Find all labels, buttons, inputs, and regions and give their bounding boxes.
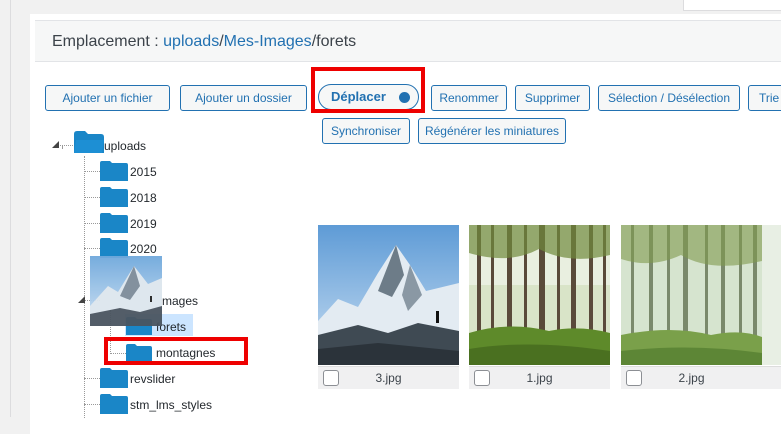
- location-bar: Emplacement : uploads/Mes-Images/forets: [35, 20, 781, 62]
- file-caption-row-partial: [762, 366, 781, 389]
- file-name: 1.jpg: [526, 371, 553, 385]
- file-name: 3.jpg: [375, 371, 402, 385]
- file-caption-row: 1.jpg: [469, 366, 610, 389]
- breadcrumb-uploads[interactable]: uploads: [163, 33, 219, 50]
- tree-line: [62, 146, 63, 148]
- folder-icon[interactable]: [100, 394, 128, 414]
- folder-icon[interactable]: [100, 368, 128, 388]
- tree-item-2018[interactable]: 2018: [130, 191, 157, 205]
- tree-item-revslider[interactable]: revslider: [130, 372, 175, 386]
- thumbnail-image[interactable]: [469, 225, 610, 365]
- sort-button[interactable]: Trie: [748, 85, 781, 111]
- tree-line: [84, 378, 100, 379]
- top-right-box: [683, 0, 781, 11]
- drag-preview-image: [90, 256, 162, 326]
- breadcrumb-mes-images[interactable]: Mes-Images: [224, 33, 312, 50]
- thumbnail-image[interactable]: [318, 225, 459, 365]
- tree-line: [84, 223, 100, 224]
- breadcrumb-current: forets: [316, 33, 357, 50]
- folder-icon[interactable]: [100, 187, 128, 207]
- tree-item-uploads[interactable]: uploads: [104, 139, 146, 153]
- add-folder-button[interactable]: Ajouter un dossier: [180, 85, 307, 111]
- folder-icon[interactable]: [100, 213, 128, 233]
- file-caption-row: 3.jpg: [318, 366, 459, 389]
- thumbnail-image[interactable]: [621, 225, 762, 365]
- tree-item-2019[interactable]: 2019: [130, 217, 157, 231]
- tree-line: [84, 248, 100, 249]
- sync-button[interactable]: Synchroniser: [322, 118, 410, 144]
- select-deselect-button[interactable]: Sélection / Désélection: [598, 85, 740, 111]
- folder-icon[interactable]: [74, 131, 104, 153]
- add-file-button[interactable]: Ajouter un fichier: [45, 85, 170, 111]
- tree-line: [84, 404, 100, 405]
- regenerate-thumbnails-button[interactable]: Régénérer les miniatures: [418, 118, 566, 144]
- rename-button[interactable]: Renommer: [431, 85, 507, 111]
- file-name: 2.jpg: [678, 371, 705, 385]
- thumbnail-partial: [762, 225, 781, 365]
- tree-line: [84, 197, 100, 198]
- folder-icon[interactable]: [100, 161, 128, 181]
- montagnes-highlight: [104, 337, 248, 365]
- delete-button[interactable]: Supprimer: [515, 85, 590, 111]
- collapse-arrow-icon[interactable]: [78, 296, 85, 303]
- location-prefix: Emplacement :: [52, 33, 164, 50]
- tree-item-stm-lms-styles[interactable]: stm_lms_styles: [130, 398, 212, 412]
- tree-item-mes-images[interactable]: mages: [162, 294, 198, 308]
- folder-icon[interactable]: [100, 238, 128, 258]
- collapse-arrow-icon[interactable]: [52, 141, 59, 148]
- move-highlight: [311, 67, 425, 113]
- file-caption-row: 2.jpg: [621, 366, 762, 389]
- left-edge: [0, 0, 11, 417]
- tree-item-2020[interactable]: 2020: [130, 242, 157, 256]
- tree-item-2015[interactable]: 2015: [130, 165, 157, 179]
- tree-line: [84, 171, 100, 172]
